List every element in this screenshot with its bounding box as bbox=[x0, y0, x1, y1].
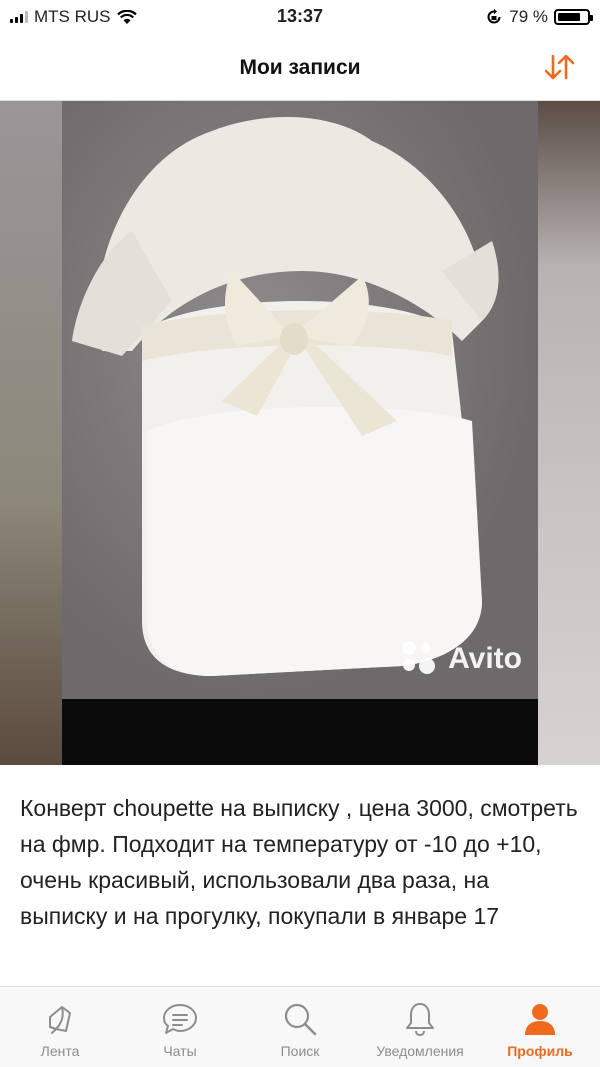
status-bar: MTS RUS 13:37 79 % bbox=[0, 0, 600, 36]
profile-icon bbox=[525, 1004, 555, 1035]
avito-watermark: Avito bbox=[402, 641, 522, 677]
navigation-bar: Мои записи bbox=[0, 36, 600, 101]
tab-search-label: Поиск bbox=[280, 1043, 320, 1059]
battery-icon bbox=[554, 9, 593, 25]
avito-logo-icon bbox=[402, 641, 438, 677]
tab-feed-label: Лента bbox=[40, 1043, 80, 1059]
battery-fill bbox=[558, 13, 580, 21]
tab-chats-label: Чаты bbox=[163, 1043, 197, 1059]
baby-envelope-image bbox=[72, 117, 499, 676]
search-icon bbox=[284, 1003, 317, 1036]
post-photo-container[interactable]: Avito bbox=[0, 101, 600, 765]
bell-icon bbox=[406, 1003, 434, 1037]
feed-icon bbox=[49, 1006, 71, 1034]
photo-blur-right bbox=[538, 101, 600, 765]
tab-bar: Лента Чаты Поиск Уведомления Профиль bbox=[0, 986, 600, 1067]
photo-bottom-bar bbox=[62, 699, 538, 765]
page-title: Мои записи bbox=[239, 56, 361, 79]
tab-search[interactable]: Поиск bbox=[240, 987, 360, 1067]
photo-blur-left bbox=[0, 101, 62, 765]
post-photo[interactable]: Avito bbox=[62, 101, 538, 765]
watermark-text: Avito bbox=[448, 642, 522, 675]
tab-notifications-label: Уведомления bbox=[376, 1043, 464, 1059]
battery-group: 79 % bbox=[485, 7, 593, 27]
sort-button[interactable] bbox=[542, 52, 576, 82]
tab-feed[interactable]: Лента bbox=[0, 987, 120, 1067]
tab-profile-label: Профиль bbox=[507, 1043, 573, 1059]
battery-percent: 79 % bbox=[509, 7, 548, 26]
chat-icon bbox=[163, 1004, 197, 1034]
tab-chats[interactable]: Чаты bbox=[120, 987, 240, 1067]
post-description: Конверт choupette на выписку , цена 3000… bbox=[20, 795, 578, 929]
tab-notifications[interactable]: Уведомления bbox=[360, 987, 480, 1067]
sort-arrows-icon bbox=[544, 54, 575, 80]
tab-profile[interactable]: Профиль bbox=[480, 987, 600, 1067]
rotation-lock-icon bbox=[487, 8, 501, 24]
